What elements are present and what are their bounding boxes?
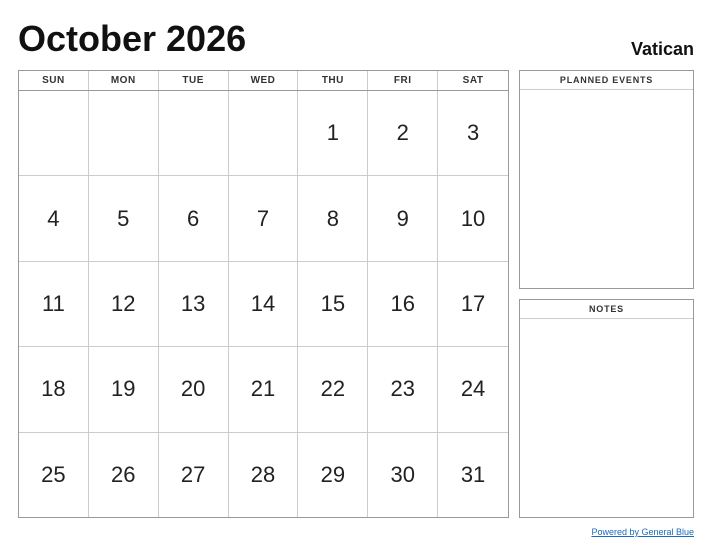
day-header: SUN	[19, 71, 89, 90]
calendar-day[interactable]: 18	[19, 347, 89, 431]
calendar-header-row: SUNMONTUEWEDTHUFRISAT	[19, 71, 508, 91]
planned-events-title: PLANNED EVENTS	[520, 71, 693, 90]
country-name: Vatican	[631, 39, 694, 60]
calendar-day[interactable]: 4	[19, 176, 89, 260]
calendar-day[interactable]: 16	[368, 262, 438, 346]
calendar-day[interactable]: 15	[298, 262, 368, 346]
calendar-day[interactable]: 5	[89, 176, 159, 260]
sidebar: PLANNED EVENTS NOTES	[519, 70, 694, 518]
calendar-day[interactable]: 17	[438, 262, 508, 346]
calendar-day[interactable]: 7	[229, 176, 299, 260]
calendar-day[interactable]: 27	[159, 433, 229, 517]
day-header: MON	[89, 71, 159, 90]
calendar-day	[159, 91, 229, 175]
main-content: SUNMONTUEWEDTHUFRISAT 123456789101112131…	[18, 70, 694, 518]
day-header: TUE	[159, 71, 229, 90]
page: October 2026 Vatican SUNMONTUEWEDTHUFRIS…	[0, 0, 712, 550]
calendar-day[interactable]: 31	[438, 433, 508, 517]
day-header: FRI	[368, 71, 438, 90]
calendar-day[interactable]: 2	[368, 91, 438, 175]
calendar-day[interactable]: 29	[298, 433, 368, 517]
calendar-week: 18192021222324	[19, 347, 508, 432]
calendar-section: SUNMONTUEWEDTHUFRISAT 123456789101112131…	[18, 70, 509, 518]
calendar-day[interactable]: 24	[438, 347, 508, 431]
calendar-day	[19, 91, 89, 175]
header: October 2026 Vatican	[18, 18, 694, 60]
day-header: SAT	[438, 71, 508, 90]
calendar-day[interactable]: 30	[368, 433, 438, 517]
calendar-week: 11121314151617	[19, 262, 508, 347]
calendar-body: 1234567891011121314151617181920212223242…	[19, 91, 508, 517]
calendar-day[interactable]: 19	[89, 347, 159, 431]
day-header: THU	[298, 71, 368, 90]
day-header: WED	[229, 71, 299, 90]
footer: Powered by General Blue	[18, 522, 694, 540]
month-title: October 2026	[18, 18, 246, 60]
calendar-day[interactable]: 23	[368, 347, 438, 431]
calendar-day[interactable]: 8	[298, 176, 368, 260]
calendar-week: 25262728293031	[19, 433, 508, 517]
calendar-day[interactable]: 10	[438, 176, 508, 260]
calendar-day[interactable]: 11	[19, 262, 89, 346]
calendar-day[interactable]: 20	[159, 347, 229, 431]
calendar-day[interactable]: 12	[89, 262, 159, 346]
notes-content	[520, 319, 693, 517]
calendar-week: 45678910	[19, 176, 508, 261]
calendar-day[interactable]: 25	[19, 433, 89, 517]
notes-title: NOTES	[520, 300, 693, 319]
calendar-day[interactable]: 13	[159, 262, 229, 346]
planned-events-content	[520, 90, 693, 288]
calendar-day[interactable]: 28	[229, 433, 299, 517]
footer-link[interactable]: Powered by General Blue	[591, 527, 694, 537]
notes-box: NOTES	[519, 299, 694, 518]
calendar-day	[229, 91, 299, 175]
calendar-day[interactable]: 14	[229, 262, 299, 346]
calendar-day[interactable]: 9	[368, 176, 438, 260]
calendar-day[interactable]: 21	[229, 347, 299, 431]
calendar-day	[89, 91, 159, 175]
calendar-week: 123	[19, 91, 508, 176]
calendar-day[interactable]: 22	[298, 347, 368, 431]
calendar-day[interactable]: 3	[438, 91, 508, 175]
planned-events-box: PLANNED EVENTS	[519, 70, 694, 289]
calendar-day[interactable]: 26	[89, 433, 159, 517]
calendar-day[interactable]: 1	[298, 91, 368, 175]
calendar-day[interactable]: 6	[159, 176, 229, 260]
